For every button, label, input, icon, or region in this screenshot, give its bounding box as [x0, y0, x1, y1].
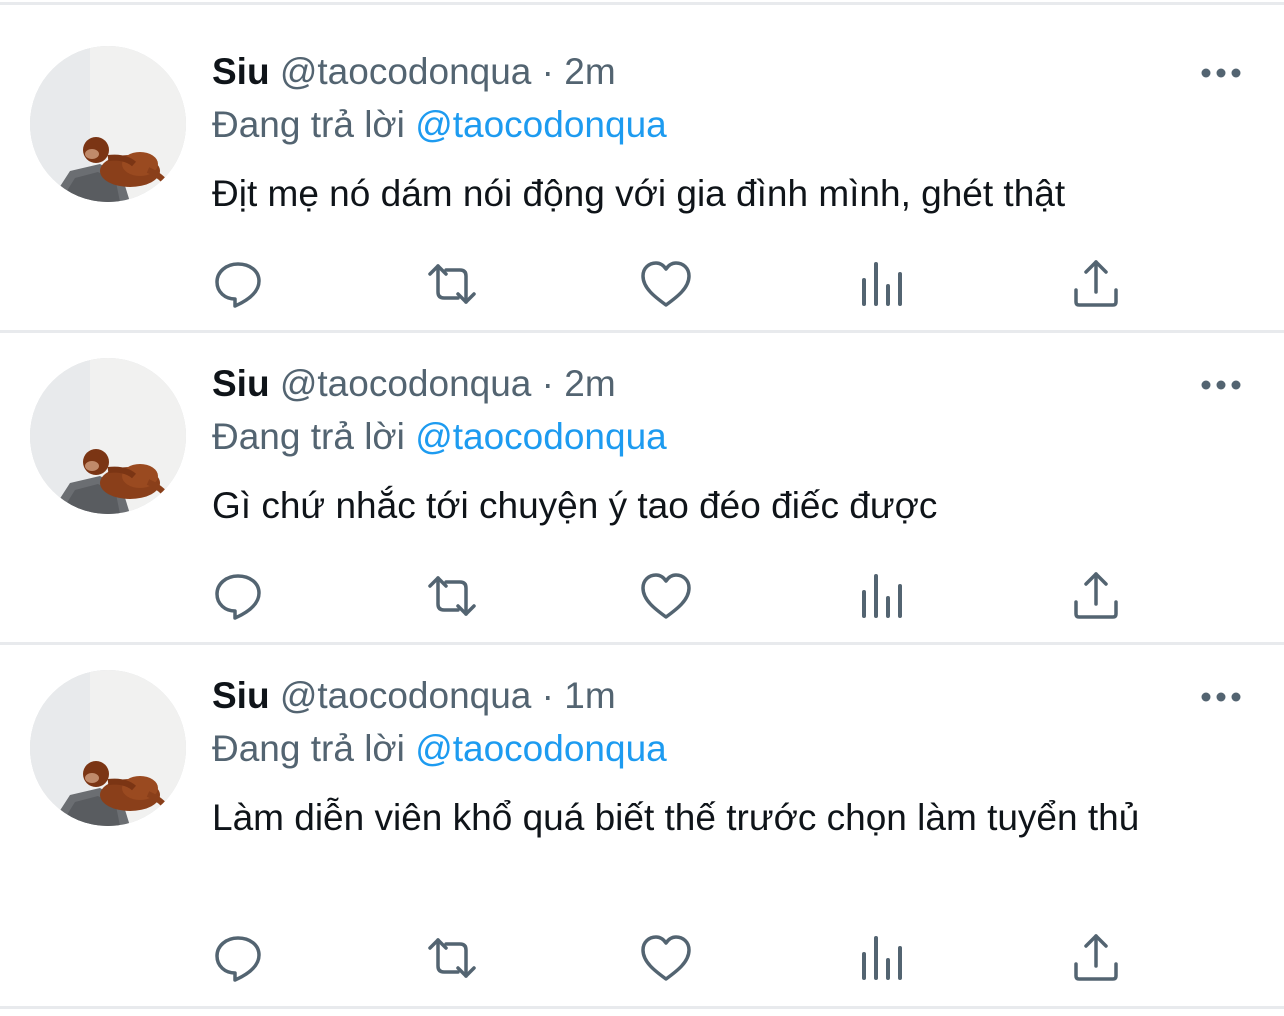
retweet-icon[interactable]	[422, 254, 482, 314]
tweet-text: Gì chứ nhắc tới chuyện ý tao đéo điếc đư…	[212, 485, 938, 526]
tweet-header: Siu @taocodonqua · 2m	[212, 50, 616, 94]
mention-link[interactable]: @taocodonqua	[415, 416, 667, 457]
analytics-icon[interactable]	[852, 928, 912, 988]
more-icon[interactable]	[1196, 58, 1246, 88]
replying-prefix: Đang trả lời	[212, 728, 405, 769]
tweet-header: Siu @taocodonqua · 1m	[212, 674, 616, 718]
mention-link[interactable]: @taocodonqua	[415, 104, 667, 145]
heart-icon[interactable]	[636, 254, 696, 314]
share-icon[interactable]	[1066, 566, 1126, 626]
retweet-icon[interactable]	[422, 928, 482, 988]
tweet-feed: Siu @taocodonqua · 2m Đang trả lời @taoc…	[0, 0, 1284, 1016]
tweet[interactable]: Siu @taocodonqua · 2m Đang trả lời @taoc…	[0, 0, 1284, 330]
analytics-icon[interactable]	[852, 566, 912, 626]
display-name[interactable]: Siu	[212, 675, 270, 716]
heart-icon[interactable]	[636, 928, 696, 988]
handle[interactable]: @taocodonqua	[280, 51, 532, 92]
replying-prefix: Đang trả lời	[212, 416, 405, 457]
handle[interactable]: @taocodonqua	[280, 675, 532, 716]
mention-link[interactable]: @taocodonqua	[415, 728, 667, 769]
display-name[interactable]: Siu	[212, 51, 270, 92]
replying-to: Đang trả lời @taocodonqua	[212, 727, 667, 771]
divider	[0, 1006, 1284, 1009]
timestamp[interactable]: 2m	[564, 363, 615, 404]
tweet-header: Siu @taocodonqua · 2m	[212, 362, 616, 406]
tweet-text: Địt mẹ nó dám nói động với gia đình mình…	[212, 173, 1066, 214]
separator: ·	[541, 675, 554, 716]
separator: ·	[541, 363, 554, 404]
avatar[interactable]	[30, 46, 186, 202]
tweet[interactable]: Siu @taocodonqua · 2m Đang trả lời @taoc…	[0, 333, 1284, 642]
replying-prefix: Đang trả lời	[212, 104, 405, 145]
replying-to: Đang trả lời @taocodonqua	[212, 103, 667, 147]
tweet[interactable]: Siu @taocodonqua · 1m Đang trả lời @taoc…	[0, 645, 1284, 1006]
handle[interactable]: @taocodonqua	[280, 363, 532, 404]
avatar[interactable]	[30, 358, 186, 514]
reply-icon[interactable]	[208, 566, 268, 626]
replying-to: Đang trả lời @taocodonqua	[212, 415, 667, 459]
share-icon[interactable]	[1066, 928, 1126, 988]
heart-icon[interactable]	[636, 566, 696, 626]
timestamp[interactable]: 1m	[564, 675, 615, 716]
tweet-text: Làm diễn viên khổ quá biết thế trước chọ…	[212, 797, 1140, 838]
avatar[interactable]	[30, 670, 186, 826]
analytics-icon[interactable]	[852, 254, 912, 314]
share-icon[interactable]	[1066, 254, 1126, 314]
retweet-icon[interactable]	[422, 566, 482, 626]
reply-icon[interactable]	[208, 928, 268, 988]
separator: ·	[541, 51, 554, 92]
timestamp[interactable]: 2m	[564, 51, 615, 92]
more-icon[interactable]	[1196, 370, 1246, 400]
display-name[interactable]: Siu	[212, 363, 270, 404]
more-icon[interactable]	[1196, 682, 1246, 712]
reply-icon[interactable]	[208, 254, 268, 314]
